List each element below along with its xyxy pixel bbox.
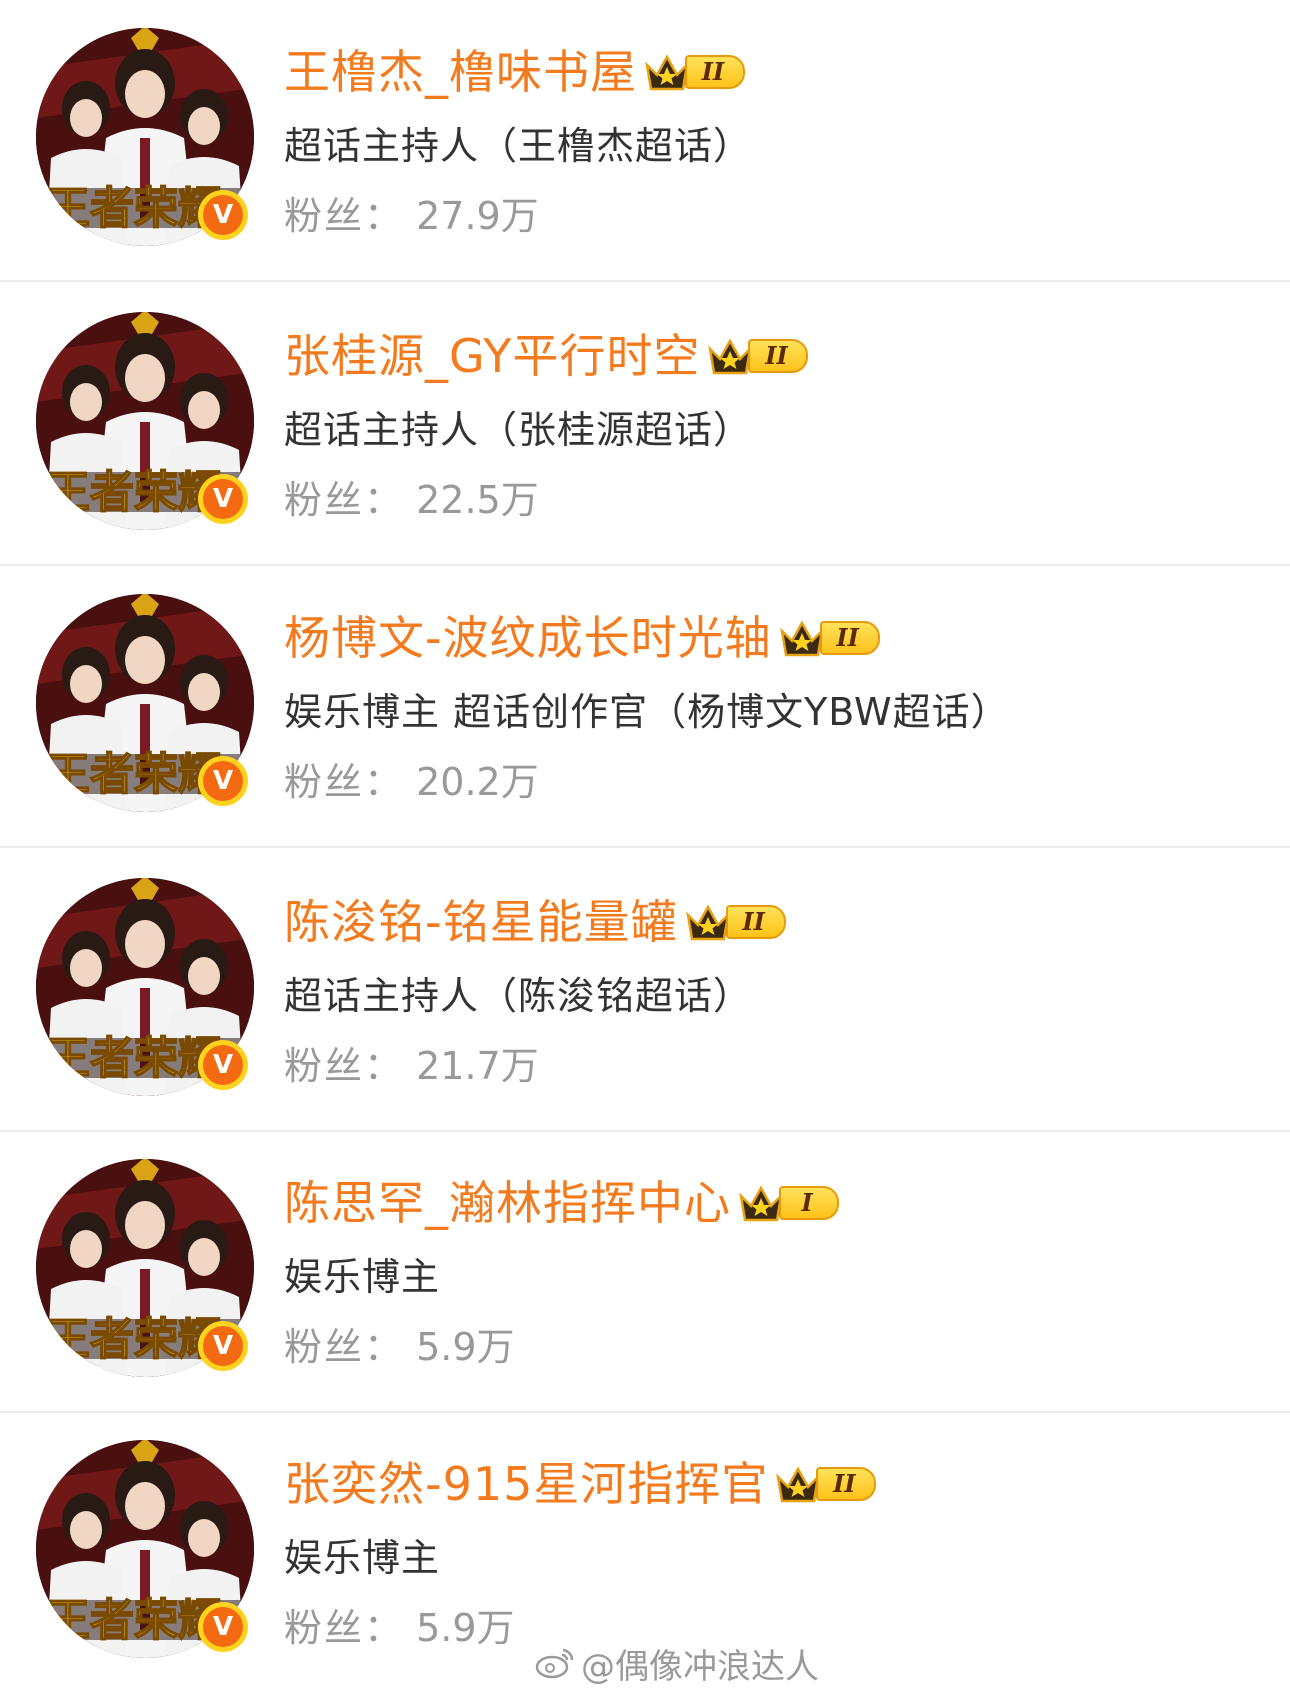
avatar[interactable]: 王者荣耀 V [36, 1440, 254, 1658]
svg-text:王者荣耀: 王者荣耀 [46, 183, 222, 234]
verified-v-badge-icon: V [198, 474, 248, 524]
avatar[interactable]: 王者荣耀 V [36, 1159, 254, 1377]
fan-count-value: 5.9万 [416, 1606, 515, 1650]
row-divider [0, 280, 1290, 282]
crown-icon [776, 1466, 821, 1503]
fan-count: 粉丝： 20.2万 [284, 756, 539, 808]
fan-count-label: 粉丝： [284, 1044, 405, 1088]
rank-level-label: II [725, 905, 786, 939]
account-role: 超话主持人（王橹杰超话） [284, 124, 753, 168]
fan-count-label: 粉丝： [284, 478, 405, 522]
account-row[interactable]: 王者荣耀 V 陈浚铭-铭星能量罐 II 超话主持人（陈浚铭超话） 粉丝： 21.… [0, 850, 1290, 1132]
crown-icon [779, 620, 824, 657]
svg-text:王者荣耀: 王者荣耀 [46, 467, 222, 518]
fan-count-label: 粉丝： [284, 1325, 405, 1369]
fan-count-value: 22.5万 [416, 478, 539, 522]
svg-text:王者荣耀: 王者荣耀 [46, 749, 222, 800]
account-role: 娱乐博主 [284, 1536, 441, 1580]
crown-icon [685, 904, 730, 941]
verified-v-badge-icon: V [198, 756, 248, 806]
verified-v-badge-icon: V [198, 1040, 248, 1090]
account-row[interactable]: 王者荣耀 V 杨博文-波纹成长时光轴 II 娱乐博主 超话创作官（杨博文YBW超… [0, 566, 1290, 848]
crown-icon [708, 338, 753, 375]
account-name[interactable]: 陈思罕_瀚林指挥中心 [284, 1173, 731, 1233]
verified-v-badge-icon: V [198, 1321, 248, 1371]
crown-icon [739, 1185, 783, 1222]
fan-count-value: 21.7万 [416, 1044, 539, 1088]
watermark: @偶像冲浪达人 [535, 1638, 819, 1688]
avatar[interactable]: 王者荣耀 V [36, 878, 254, 1096]
fan-count: 粉丝： 5.9万 [284, 1602, 515, 1654]
account-name[interactable]: 王橹杰_橹味书屋 [284, 42, 637, 102]
super-topic-rank-badge[interactable]: II [643, 49, 745, 95]
svg-text:王者荣耀: 王者荣耀 [46, 1314, 222, 1365]
fan-count-label: 粉丝： [284, 194, 405, 238]
fan-count-value: 27.9万 [416, 194, 539, 238]
avatar[interactable]: 王者荣耀 V [36, 594, 254, 812]
fan-count-value: 20.2万 [416, 760, 539, 804]
super-topic-rank-badge[interactable]: II [684, 899, 786, 945]
fan-count: 粉丝： 5.9万 [284, 1321, 515, 1373]
super-topic-rank-badge[interactable]: II [774, 1461, 877, 1507]
svg-text:王者荣耀: 王者荣耀 [46, 1033, 222, 1084]
fan-count-label: 粉丝： [284, 1606, 405, 1650]
rank-level-label: II [816, 1467, 877, 1501]
account-role: 娱乐博主 [284, 1255, 441, 1299]
rank-level-label: I [779, 1186, 839, 1220]
account-list: 王者荣耀 V 王橹杰_橹味书屋 II 超话主持人（王橹杰超话） 粉丝： 27.9… [0, 0, 1290, 1693]
fan-count: 粉丝： 21.7万 [284, 1040, 539, 1092]
account-row[interactable]: 王者荣耀 V 陈思罕_瀚林指挥中心 I 娱乐博主 粉丝： 5.9万 [0, 1131, 1290, 1413]
account-row[interactable]: 王者荣耀 V 王橹杰_橹味书屋 II 超话主持人（王橹杰超话） 粉丝： 27.9… [0, 0, 1290, 282]
super-topic-rank-badge[interactable]: II [778, 615, 880, 661]
account-role: 超话主持人（张桂源超话） [284, 408, 753, 452]
avatar[interactable]: 王者荣耀 V [36, 28, 254, 246]
account-name[interactable]: 杨博文-波纹成长时光轴 [284, 608, 772, 668]
fan-count: 粉丝： 22.5万 [284, 474, 539, 526]
watermark-text: @偶像冲浪达人 [581, 1646, 819, 1687]
rank-level-label: II [819, 621, 880, 655]
account-role: 超话主持人（陈浚铭超话） [284, 974, 753, 1018]
row-divider [0, 846, 1290, 848]
avatar[interactable]: 王者荣耀 V [36, 312, 254, 530]
fan-count: 粉丝： 27.9万 [284, 190, 539, 242]
account-name[interactable]: 陈浚铭-铭星能量罐 [284, 892, 678, 952]
weibo-icon [535, 1648, 574, 1679]
rank-level-label: II [685, 55, 745, 89]
fan-count-label: 粉丝： [284, 760, 405, 804]
account-role: 娱乐博主 超话创作官（杨博文YBW超话） [284, 690, 1010, 734]
verified-v-badge-icon: V [198, 190, 248, 240]
crown-icon [645, 54, 689, 91]
account-row[interactable]: 王者荣耀 V 张桂源_GY平行时空 II 超话主持人（张桂源超话） 粉丝： 22… [0, 284, 1290, 566]
account-name[interactable]: 张奕然-915星河指挥官 [284, 1454, 768, 1514]
rank-level-label: II [748, 339, 809, 373]
account-name[interactable]: 张桂源_GY平行时空 [284, 326, 700, 386]
verified-v-badge-icon: V [198, 1602, 248, 1652]
super-topic-rank-badge[interactable]: I [737, 1180, 839, 1226]
svg-text:王者荣耀: 王者荣耀 [46, 1595, 222, 1646]
super-topic-rank-badge[interactable]: II [706, 333, 809, 379]
fan-count-value: 5.9万 [416, 1325, 515, 1369]
